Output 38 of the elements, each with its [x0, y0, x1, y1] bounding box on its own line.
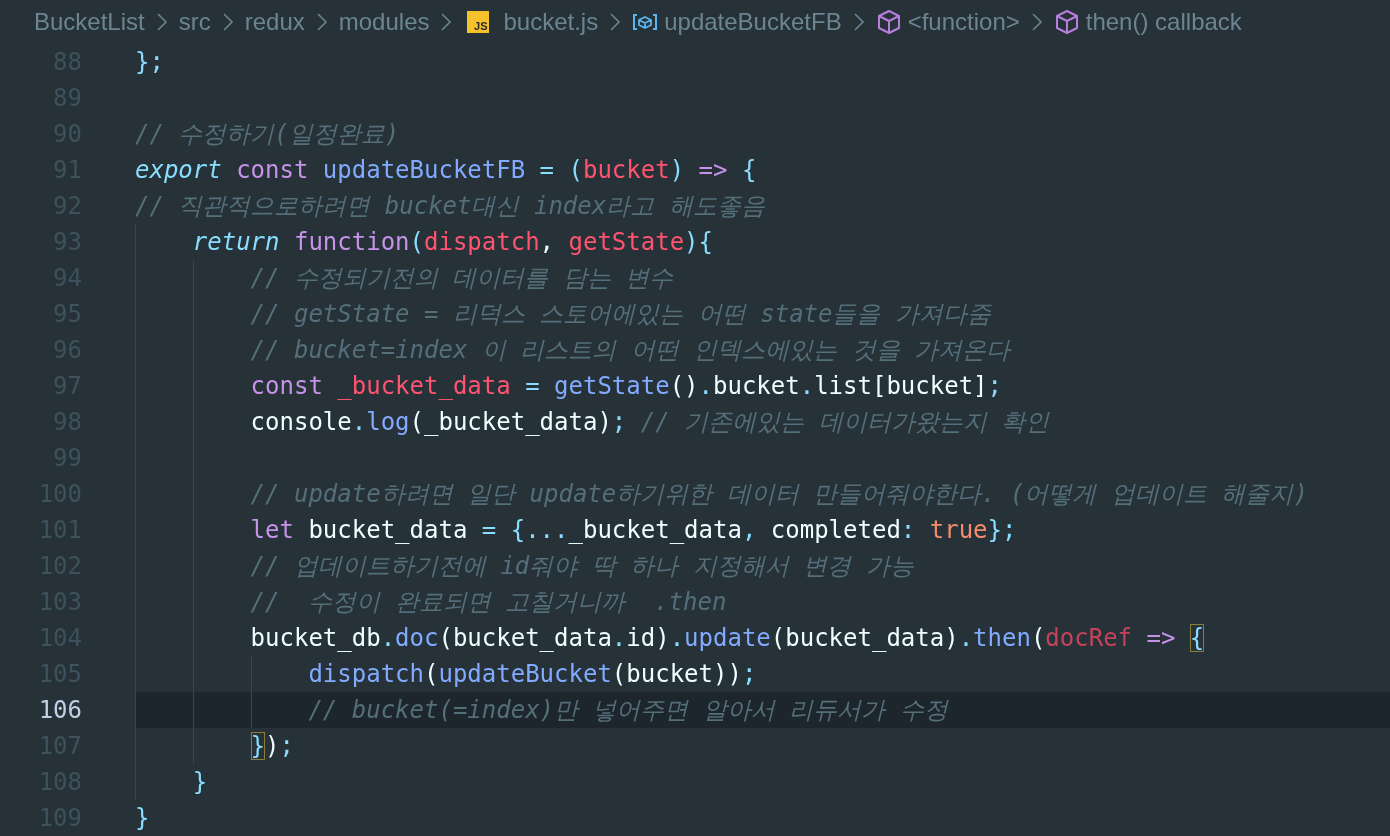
- code-line: }: [135, 764, 208, 800]
- line-number: 106: [37, 695, 82, 726]
- code-line: });: [135, 728, 294, 764]
- code-comment: // 직관적으로하려면 bucket대신 index라고 해도좋음: [135, 191, 765, 222]
- chevron-icon: [1029, 11, 1044, 33]
- code-line: }: [135, 803, 150, 834]
- breadcrumb-item[interactable]: redux: [244, 4, 305, 40]
- breadcrumb-item[interactable]: modules: [338, 4, 430, 40]
- breadcrumb-item[interactable]: bucket.js: [503, 4, 599, 40]
- code-comment: // update하려면 일단 update하기위한 데이터 만들어줘야한다. (어떻게 업데이트 해줄지): [135, 476, 1308, 512]
- cube-icon: [875, 9, 902, 35]
- code-line: };: [135, 47, 164, 78]
- js-file-icon: JS: [467, 11, 490, 33]
- code-comment: // 수정되기전의 데이터를 담는 변수: [135, 260, 674, 296]
- code-line: bucket_db.doc(bucket_data.id).update(bucket_data).then(docRef => {: [135, 620, 1205, 656]
- code-comment: // 업데이트하기전에 id줘야 딱 하나 지정해서 변경 가능: [135, 548, 914, 584]
- code-line: console.log(_bucket_data); // 기존에있는 데이터가왔는지 확인: [135, 404, 1049, 440]
- breadcrumb-item[interactable]: <function>: [907, 4, 1020, 40]
- chevron-icon: [154, 11, 169, 33]
- code-line: return function(dispatch, getState){: [135, 224, 713, 260]
- code-line: let bucket_data = {..._bucket_data, completed: true};: [135, 512, 1017, 548]
- cube-icon: [1053, 9, 1080, 35]
- code-comment: // bucket=index 이 리스트의 어떤 인덱스에있는 것을 가져온다: [135, 332, 1011, 368]
- chevron-icon: [314, 11, 329, 33]
- breadcrumb-item[interactable]: BucketList: [34, 4, 145, 40]
- chevron-icon: [220, 11, 235, 33]
- code-comment: // 수정이 완료되면 고칠거니까 .then: [135, 584, 727, 620]
- breadcrumb-item[interactable]: src: [178, 4, 211, 40]
- chevron-icon: [608, 11, 623, 33]
- code-line: const _bucket_data = getState().bucket.list[bucket];: [135, 368, 1002, 404]
- breadcrumb-item[interactable]: then() callback: [1085, 4, 1242, 40]
- code-line: export const updateBucketFB = (bucket) => {: [135, 155, 757, 186]
- chevron-icon: [439, 11, 454, 33]
- code-comment: // getState = 리덕스 스토어에있는 어떤 state들을 가져다줌: [135, 296, 991, 332]
- breadcrumb-item[interactable]: updateBucketFB: [664, 4, 842, 40]
- chevron-icon: [851, 11, 866, 33]
- code-comment: // 수정하기(일정완료): [135, 119, 400, 150]
- code-comment: // bucket(=index)만 넣어주면 알아서 리듀서가 수정: [135, 692, 948, 728]
